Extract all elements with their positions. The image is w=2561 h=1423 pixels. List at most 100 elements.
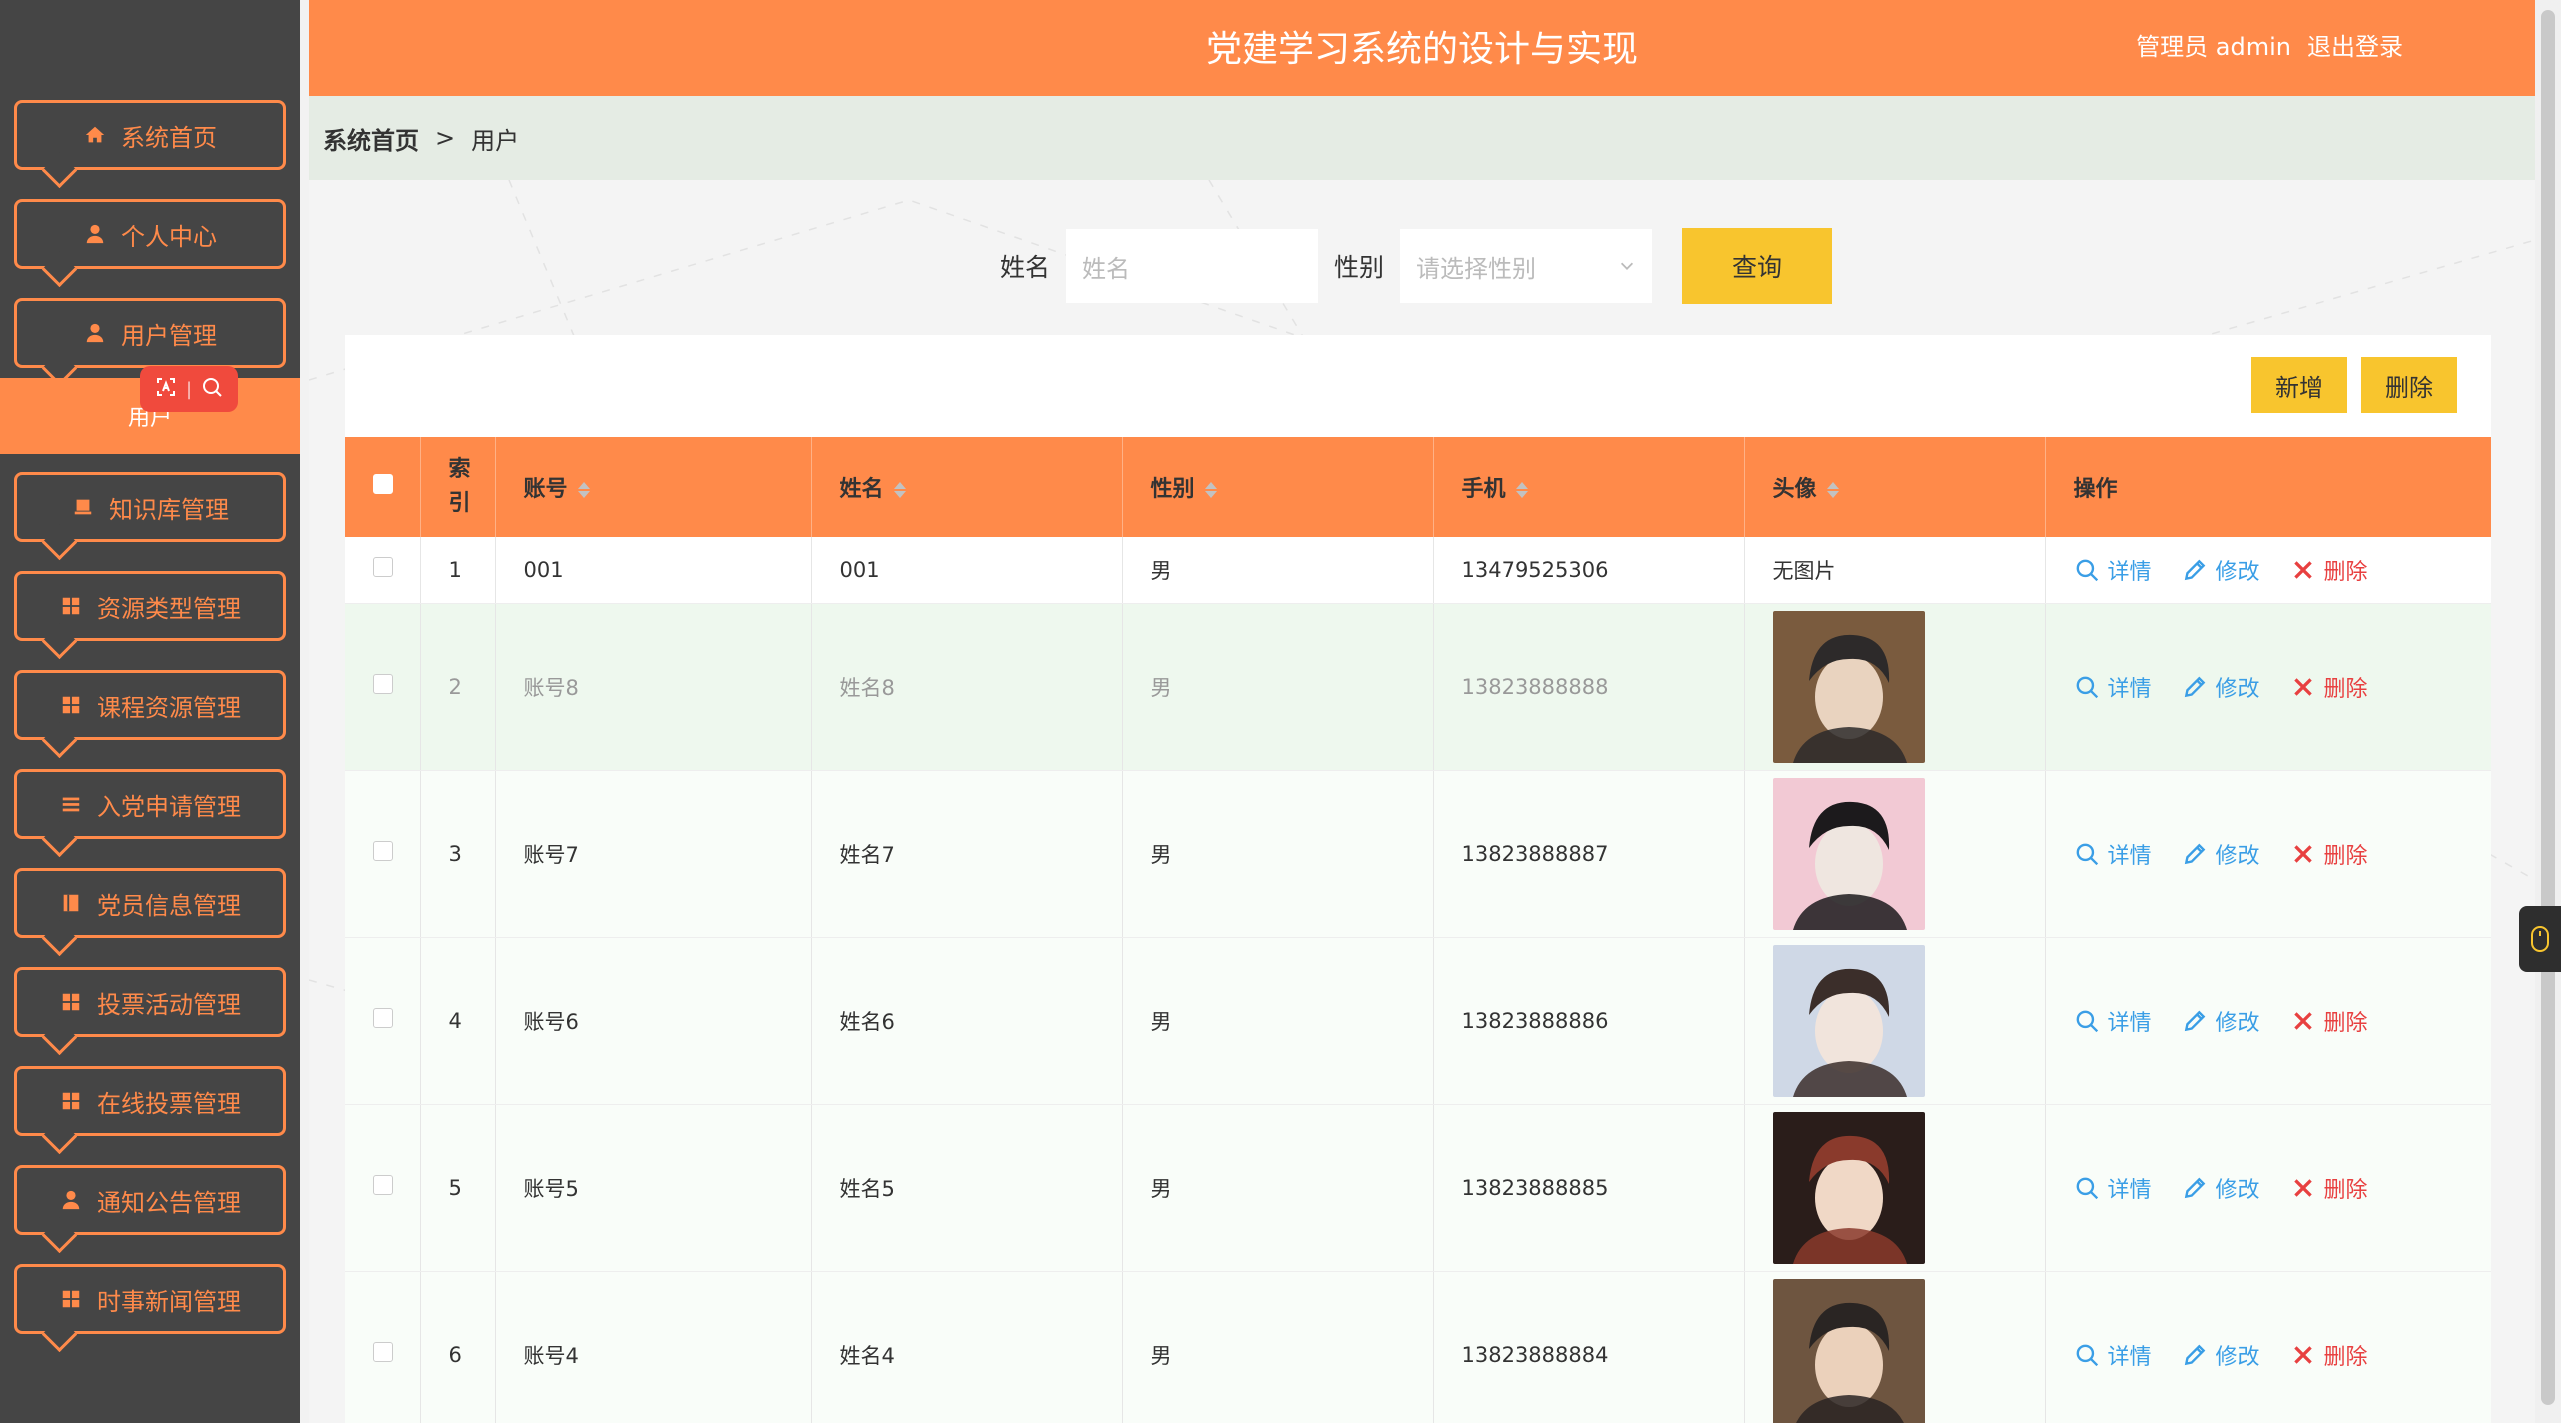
floating-toolbar[interactable]: | bbox=[140, 366, 238, 412]
close-icon bbox=[2293, 1011, 2312, 1030]
cell-gender: 男 bbox=[1122, 770, 1434, 938]
batch-delete-button[interactable]: 删除 bbox=[2361, 357, 2457, 413]
cell-gender: 男 bbox=[1122, 1271, 1434, 1423]
search-icon bbox=[2076, 1177, 2098, 1199]
query-button[interactable]: 查询 bbox=[1682, 228, 1833, 304]
row-checkbox[interactable] bbox=[373, 1342, 393, 1362]
column-header-name[interactable]: 姓名 bbox=[811, 437, 1123, 537]
sort-icon[interactable] bbox=[1204, 482, 1217, 498]
table-panel: 新增 删除 索引 账号 姓名 性别 手机 头像 操作 1 001 001 男 1… bbox=[345, 335, 2491, 1423]
scrollbar-thumb[interactable] bbox=[2541, 10, 2555, 1405]
cell-operations: 详情 修改 删除 bbox=[2045, 537, 2491, 604]
sidebar-item-course-resource[interactable]: 课程资源管理 bbox=[14, 670, 286, 740]
delete-button[interactable]: 删除 bbox=[2290, 838, 2368, 870]
grid-icon bbox=[59, 990, 83, 1014]
sidebar-item-member-info[interactable]: 党员信息管理 bbox=[14, 868, 286, 938]
detail-button[interactable]: 详情 bbox=[2074, 671, 2152, 703]
cell-index: 4 bbox=[420, 937, 496, 1105]
detail-button[interactable]: 详情 bbox=[2074, 838, 2152, 870]
row-checkbox[interactable] bbox=[373, 557, 393, 578]
avatar bbox=[1772, 944, 1925, 1097]
sidebar-item-party-application[interactable]: 入党申请管理 bbox=[14, 769, 286, 839]
breadcrumb-separator: > bbox=[435, 124, 456, 152]
gender-select[interactable]: 请选择性别 bbox=[1400, 229, 1653, 303]
delete-button[interactable]: 删除 bbox=[2290, 554, 2368, 586]
name-input[interactable]: 姓名 bbox=[1066, 229, 1319, 303]
cell-operations: 详情 修改 删除 bbox=[2045, 770, 2491, 938]
edit-button[interactable]: 修改 bbox=[2182, 1339, 2260, 1371]
cell-operations: 详情 修改 删除 bbox=[2045, 937, 2491, 1105]
cell-index: 2 bbox=[420, 603, 496, 771]
sort-icon[interactable] bbox=[893, 482, 906, 498]
edit-button[interactable]: 修改 bbox=[2182, 554, 2260, 586]
cell-index: 5 bbox=[420, 1104, 496, 1272]
logout-link[interactable]: 退出登录 bbox=[2307, 0, 2403, 94]
search-icon bbox=[2076, 1344, 2098, 1366]
sidebar-item-knowledge-base[interactable]: 知识库管理 bbox=[14, 472, 286, 542]
search-icon[interactable] bbox=[200, 375, 224, 404]
column-header-avatar[interactable]: 头像 bbox=[1744, 437, 2046, 537]
select-all-checkbox[interactable] bbox=[373, 474, 393, 494]
detail-button[interactable]: 详情 bbox=[2074, 1339, 2152, 1371]
cell-account: 账号4 bbox=[495, 1271, 812, 1423]
sort-icon[interactable] bbox=[577, 482, 590, 498]
sidebar-item-personal-center[interactable]: 个人中心 bbox=[14, 199, 286, 269]
pencil-icon bbox=[2184, 843, 2205, 864]
detail-button[interactable]: 详情 bbox=[2074, 554, 2152, 586]
delete-button[interactable]: 删除 bbox=[2290, 1339, 2368, 1371]
cell-avatar bbox=[1744, 770, 2046, 938]
breadcrumb-home[interactable]: 系统首页 bbox=[323, 121, 419, 156]
row-checkbox[interactable] bbox=[373, 674, 393, 694]
text-recognition-icon[interactable] bbox=[154, 375, 178, 404]
table-row: 5 账号5 姓名5 男 13823888885 详情 修改 删除 bbox=[345, 1104, 2491, 1272]
page-scrollbar[interactable] bbox=[2535, 0, 2561, 1423]
row-checkbox[interactable] bbox=[373, 841, 393, 861]
sidebar-item-home[interactable]: 系统首页 bbox=[14, 100, 286, 170]
sidebar-item-user-management[interactable]: 用户管理 bbox=[14, 298, 286, 368]
sidebar-item-resource-type[interactable]: 资源类型管理 bbox=[14, 571, 286, 641]
add-button[interactable]: 新增 bbox=[2251, 357, 2347, 413]
cell-phone: 13823888888 bbox=[1433, 603, 1745, 771]
user-table: 索引 账号 姓名 性别 手机 头像 操作 1 001 001 男 1347952… bbox=[345, 437, 2491, 1423]
cell-account: 账号8 bbox=[495, 603, 812, 771]
gender-label: 性别 bbox=[1334, 253, 1385, 282]
sidebar-item-news[interactable]: 时事新闻管理 bbox=[14, 1264, 286, 1334]
user-area: 管理员 admin 退出登录 bbox=[2136, 0, 2403, 94]
sidebar-item-label: 通知公告管理 bbox=[97, 1188, 241, 1217]
table-row: 4 账号6 姓名6 男 13823888886 详情 修改 删除 bbox=[345, 937, 2491, 1105]
column-header-gender[interactable]: 性别 bbox=[1122, 437, 1434, 537]
edit-button[interactable]: 修改 bbox=[2182, 671, 2260, 703]
close-icon bbox=[2293, 1345, 2312, 1364]
table-row: 3 账号7 姓名7 男 13823888887 详情 修改 删除 bbox=[345, 770, 2491, 938]
cell-name: 姓名8 bbox=[811, 603, 1123, 771]
list-icon bbox=[59, 792, 83, 816]
row-checkbox[interactable] bbox=[373, 1175, 393, 1195]
table-row: 2 账号8 姓名8 男 13823888888 详情 修改 删除 bbox=[345, 603, 2491, 771]
grid-icon bbox=[59, 1287, 83, 1311]
search-bar: 姓名 姓名 性别 请选择性别 查询 bbox=[1000, 228, 1833, 304]
sort-icon[interactable] bbox=[1826, 482, 1839, 498]
delete-button[interactable]: 删除 bbox=[2290, 671, 2368, 703]
user-icon bbox=[59, 1188, 83, 1212]
edit-button[interactable]: 修改 bbox=[2182, 1005, 2260, 1037]
column-header-phone[interactable]: 手机 bbox=[1433, 437, 1745, 537]
search-icon bbox=[2076, 843, 2098, 865]
delete-button[interactable]: 删除 bbox=[2290, 1172, 2368, 1204]
cell-account: 账号7 bbox=[495, 770, 812, 938]
sidebar-item-notice[interactable]: 通知公告管理 bbox=[14, 1165, 286, 1235]
edit-button[interactable]: 修改 bbox=[2182, 838, 2260, 870]
sidebar-item-online-voting[interactable]: 在线投票管理 bbox=[14, 1066, 286, 1136]
column-header-account[interactable]: 账号 bbox=[495, 437, 812, 537]
detail-button[interactable]: 详情 bbox=[2074, 1172, 2152, 1204]
side-widget[interactable] bbox=[2519, 906, 2561, 972]
delete-button[interactable]: 删除 bbox=[2290, 1005, 2368, 1037]
detail-button[interactable]: 详情 bbox=[2074, 1005, 2152, 1037]
cell-operations: 详情 修改 删除 bbox=[2045, 1271, 2491, 1423]
sort-icon[interactable] bbox=[1515, 482, 1528, 498]
sidebar-item-label: 投票活动管理 bbox=[97, 990, 241, 1019]
cell-phone: 13823888885 bbox=[1433, 1104, 1745, 1272]
row-checkbox[interactable] bbox=[373, 1008, 393, 1028]
book-icon bbox=[71, 495, 95, 519]
edit-button[interactable]: 修改 bbox=[2182, 1172, 2260, 1204]
sidebar-item-voting-activity[interactable]: 投票活动管理 bbox=[14, 967, 286, 1037]
